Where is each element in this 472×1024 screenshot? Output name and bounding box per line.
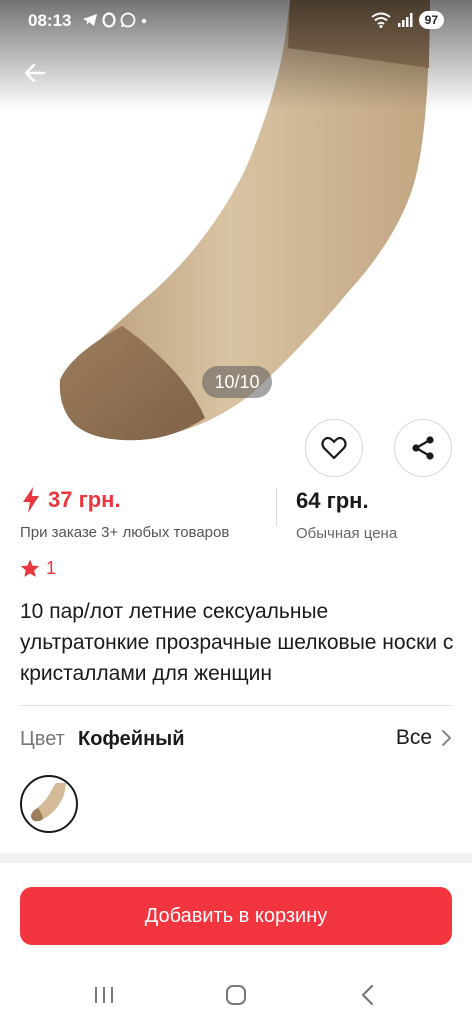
home-icon (226, 985, 246, 1005)
favorite-button[interactable] (305, 419, 363, 477)
dot-icon (141, 18, 147, 24)
regular-price: 64 грн. (296, 488, 369, 513)
color-all-link[interactable]: Все (396, 726, 452, 750)
image-counter: 10/10 (202, 366, 272, 398)
swatch-image (31, 783, 66, 822)
sale-price-note: При заказе 3+ любых товаров (20, 524, 230, 541)
rating[interactable]: 1 (20, 558, 56, 579)
section-separator (0, 853, 472, 863)
system-back-button[interactable] (348, 980, 388, 1010)
color-all-label: Все (395, 726, 432, 749)
status-time: 08:13 (28, 11, 72, 30)
share-icon (412, 436, 434, 460)
status-notification-icons (82, 12, 148, 28)
color-label: Цвет (20, 728, 65, 750)
color-selector-row[interactable]: Цвет Кофейный Все (20, 726, 452, 756)
system-nav-bar (0, 966, 472, 1024)
arrow-left-icon (24, 63, 46, 83)
signal-icon (397, 13, 413, 27)
wifi-icon (371, 12, 391, 28)
telegram-icon (83, 14, 97, 26)
home-button[interactable] (216, 980, 256, 1010)
chevron-right-icon (442, 730, 451, 746)
opera-icon (102, 12, 116, 28)
chevron-left-icon (361, 984, 374, 1006)
regular-price-section: 64 грн. Обычная цена (296, 486, 397, 542)
recents-icon (95, 987, 113, 1003)
heart-icon (321, 436, 347, 460)
sale-price: 37 грн. (48, 487, 121, 512)
product-title: 10 пар/лот летние сексуальные ультратонк… (20, 600, 454, 685)
divider (20, 705, 452, 706)
whatsapp-icon (120, 12, 136, 28)
status-system-icons: 97 (371, 11, 444, 29)
battery-level: 97 (418, 11, 444, 29)
recent-apps-button[interactable] (84, 980, 124, 1010)
color-value: Кофейный (78, 728, 185, 750)
rating-value: 1 (46, 558, 57, 578)
price-divider (276, 488, 277, 526)
regular-price-note: Обычная цена (296, 525, 398, 542)
star-icon (20, 559, 40, 577)
back-button[interactable] (18, 56, 52, 90)
color-swatch[interactable] (20, 775, 78, 833)
status-bar: 08:13 97 (0, 0, 472, 42)
lightning-icon (23, 487, 39, 513)
share-button[interactable] (394, 419, 452, 477)
price-block: 37 грн. При заказе 3+ любых товаров 64 г… (20, 486, 460, 546)
add-to-cart-button[interactable]: Добавить в корзину (20, 887, 452, 945)
sale-price-section: 37 грн. При заказе 3+ любых товаров (20, 486, 229, 541)
